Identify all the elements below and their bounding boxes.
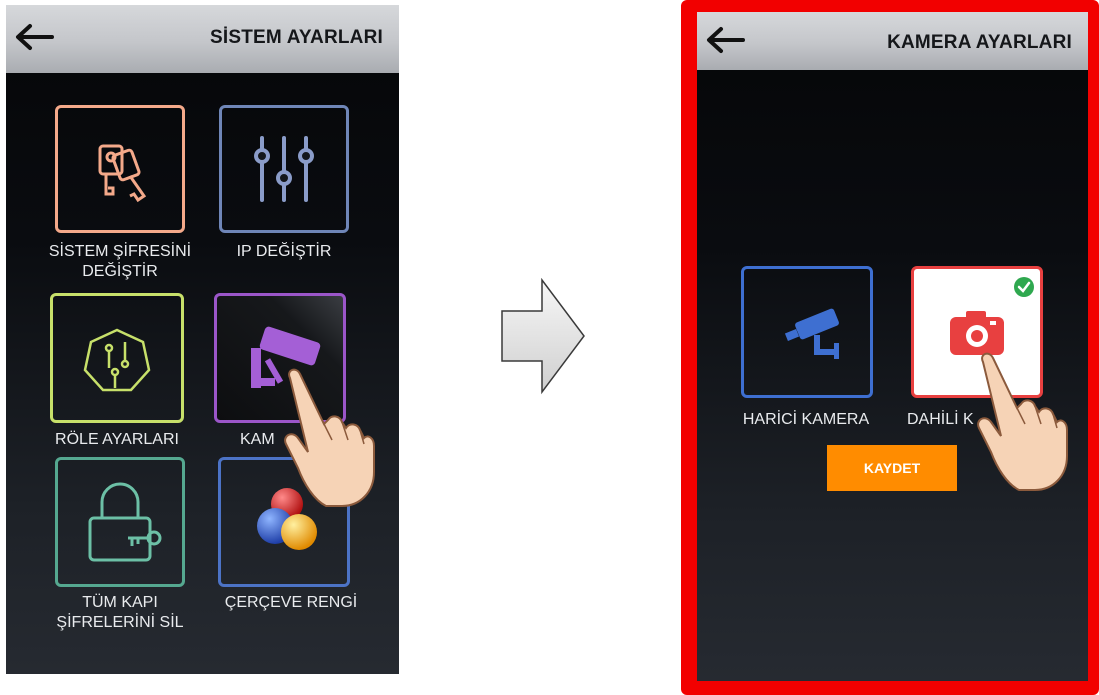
page-title: SİSTEM AYARLARI — [210, 27, 383, 48]
change-ip-tile[interactable] — [219, 105, 349, 233]
back-arrow-icon[interactable] — [12, 17, 56, 57]
delete-all-door-passwords-tile[interactable] — [55, 457, 185, 587]
pointing-hand-icon — [977, 352, 1068, 491]
page-title: KAMERA AYARLARI — [887, 32, 1072, 53]
tile-label-delete-door-passwords: TÜM KAPI ŞİFRELERİNİ SİL — [56, 594, 184, 631]
tile-label-camera: KAM — [240, 431, 275, 448]
tile-label-frame-color: ÇERÇEVE RENGİ — [224, 594, 358, 611]
change-system-password-tile[interactable] — [55, 105, 185, 233]
tile-label-change-ip: IP DEĞİŞTİR — [236, 243, 332, 260]
external-camera-option[interactable] — [741, 266, 873, 398]
tile-label-relay-settings: RÖLE AYARLARI — [55, 431, 179, 448]
right-arrow-icon — [501, 278, 585, 395]
option-label-external-camera: HARİCİ KAMERA — [742, 411, 870, 428]
back-arrow-icon[interactable] — [703, 20, 747, 60]
top-bar: SİSTEM AYARLARI — [6, 5, 399, 73]
keys-icon — [98, 144, 147, 203]
system-settings-screen: SİSTEM AYARLARI SİSTEM ŞİFRESİNİ DEĞİŞTİ… — [6, 5, 399, 674]
circuit-icon — [83, 328, 151, 392]
camera-settings-screen: KAMERA AYARLARI HARİCİ KAMERA DAHİLİ K K… — [697, 12, 1088, 681]
lock-key-icon — [88, 482, 162, 562]
security-camera-icon — [784, 308, 839, 359]
top-bar: KAMERA AYARLARI — [697, 12, 1088, 70]
relay-settings-tile[interactable] — [50, 293, 184, 423]
save-button[interactable]: KAYDET — [827, 445, 957, 491]
pointing-hand-icon — [284, 368, 375, 507]
tile-label-change-password: SİSTEM ŞİFRESİNİ DEĞİŞTİR — [48, 243, 192, 280]
sliders-icon — [254, 136, 314, 202]
check-badge-icon — [1014, 277, 1034, 297]
